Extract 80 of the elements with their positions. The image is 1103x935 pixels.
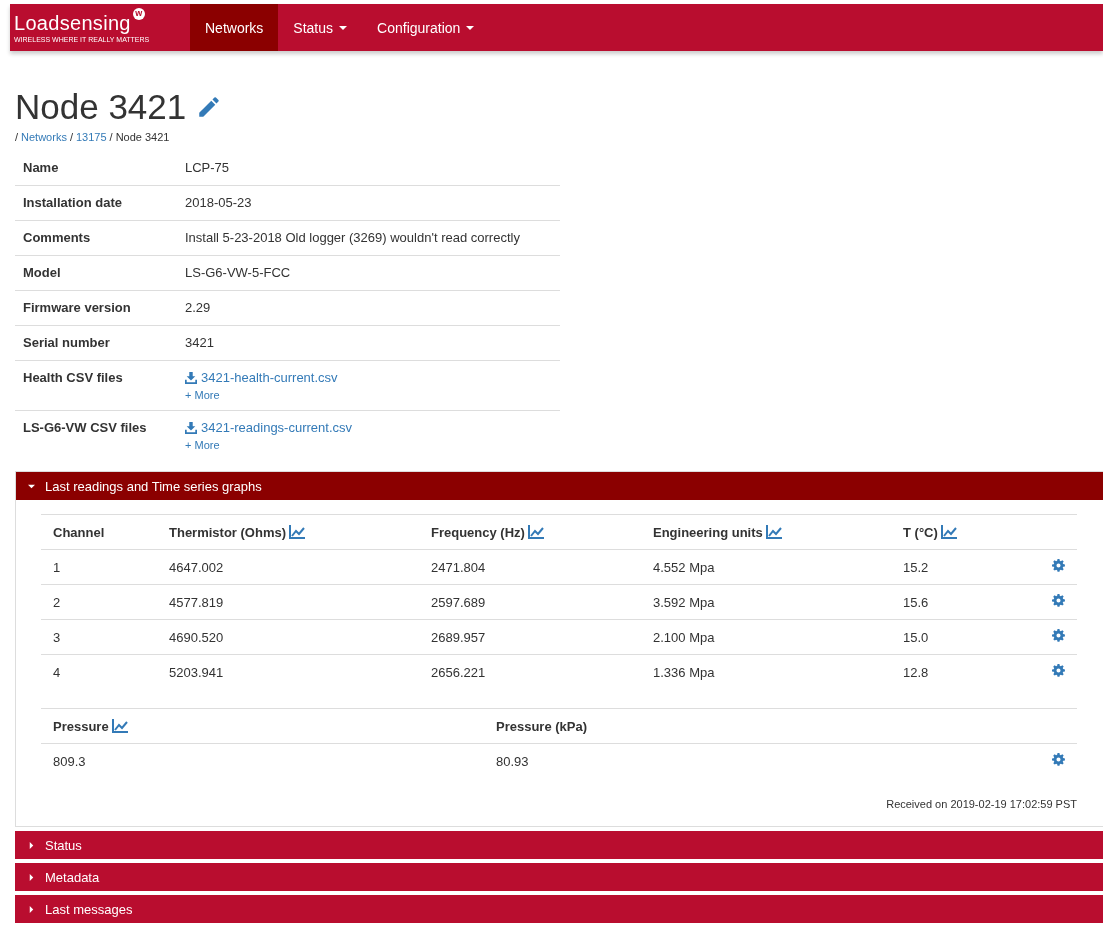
download-icon (185, 421, 197, 434)
table-cell: 2656.221 (419, 654, 641, 689)
nav-item[interactable]: Status (278, 4, 363, 51)
caret-icon (28, 905, 35, 913)
settings-icon[interactable] (1052, 664, 1065, 677)
table-cell: 4577.819 (157, 584, 419, 620)
detail-value: 2018-05-23 (177, 185, 560, 221)
panel-header[interactable]: Status (16, 832, 1103, 858)
table-cell: 1.336 Mpa (641, 654, 891, 689)
line-chart-icon[interactable] (940, 524, 957, 539)
page-title: Node 3421 (15, 87, 187, 127)
table-cell: 4690.520 (157, 619, 419, 655)
nav-item[interactable]: Configuration (362, 4, 490, 51)
table-cell: 809.3 (41, 743, 484, 778)
detail-label: Serial number (15, 325, 177, 361)
column-header: T (°C) (903, 524, 938, 540)
detail-label: LS-G6-VW CSV files (15, 410, 177, 460)
table-cell: 12.8 (891, 654, 1033, 689)
detail-value: 2.29 (177, 290, 560, 326)
table-cell: 1 (41, 549, 157, 585)
detail-label: Firmware version (15, 290, 177, 326)
breadcrumb-separator: / (109, 131, 113, 143)
table-cell: 15.2 (891, 549, 1033, 585)
logo-badge: w (132, 8, 145, 20)
table-cell: 4.552 Mpa (641, 549, 891, 585)
column-header: Thermistor (Ohms) (169, 524, 286, 540)
breadcrumb-current: Node 3421 (115, 131, 170, 143)
detail-value: LS-G6-VW-5-FCC (177, 255, 560, 291)
column-header: Engineering units (653, 524, 763, 540)
file-link[interactable]: 3421-readings-current.csv (201, 420, 353, 435)
detail-label: Model (15, 255, 177, 291)
breadcrumb-separator: / (15, 131, 19, 143)
line-chart-icon[interactable] (111, 718, 128, 733)
detail-label: Name (15, 151, 177, 186)
settings-icon[interactable] (1052, 559, 1065, 572)
column-header: Frequency (Hz) (431, 524, 525, 540)
table-cell: 2.100 Mpa (641, 619, 891, 655)
detail-label: Health CSV files (15, 360, 177, 411)
breadcrumb-separator: / (69, 131, 73, 143)
column-header: Pressure (53, 718, 109, 734)
caret-icon (28, 482, 35, 490)
panel-header[interactable]: Last readings and Time series graphs (16, 472, 1103, 500)
table-cell: 3.592 Mpa (641, 584, 891, 620)
detail-value: LCP-75 (177, 151, 560, 186)
nav-item[interactable]: Networks (190, 4, 279, 51)
detail-value: Install 5-23-2018 Old logger (3269) wouldn't read correctly (177, 220, 560, 256)
table-cell: 80.93 (484, 743, 1033, 778)
panel-header[interactable]: Metadata (16, 864, 1103, 890)
received-timestamp: Received on 2019-02-19 17:02:59 PST (886, 798, 1077, 810)
detail-value: 3421 (177, 325, 560, 361)
breadcrumb-link[interactable]: 13175 (75, 131, 107, 143)
table-cell: 4647.002 (157, 549, 419, 585)
line-chart-icon[interactable] (527, 524, 544, 539)
breadcrumb-link[interactable]: Networks (21, 131, 67, 143)
table-cell: 15.6 (891, 584, 1033, 620)
settings-icon[interactable] (1052, 753, 1065, 766)
caret-icon (28, 873, 35, 881)
settings-icon[interactable] (1052, 594, 1065, 607)
table-cell: 2689.957 (419, 619, 641, 655)
table-cell: 2471.804 (419, 549, 641, 585)
table-cell: 2597.689 (419, 584, 641, 620)
line-chart-icon[interactable] (289, 524, 305, 539)
more-link[interactable]: + More (185, 389, 220, 401)
file-link[interactable]: 3421-health-current.csv (201, 370, 338, 385)
column-header: Pressure (kPa) (496, 718, 588, 734)
column-header: Channel (53, 524, 105, 540)
table-cell: 2 (41, 584, 157, 620)
detail-label: Installation date (15, 185, 177, 221)
panel-header[interactable]: Last messages (16, 896, 1103, 922)
download-icon (185, 371, 197, 384)
table-cell: 5203.941 (157, 654, 419, 689)
detail-label: Comments (15, 220, 177, 256)
caret-icon (28, 841, 35, 849)
logo-wordmark[interactable]: Loadsensing (14, 12, 131, 34)
table-cell: 15.0 (891, 619, 1033, 655)
table-cell: 3 (41, 619, 157, 655)
table-cell: 4 (41, 654, 157, 689)
more-link[interactable]: + More (185, 439, 220, 451)
line-chart-icon[interactable] (765, 524, 782, 539)
settings-icon[interactable] (1052, 629, 1065, 642)
